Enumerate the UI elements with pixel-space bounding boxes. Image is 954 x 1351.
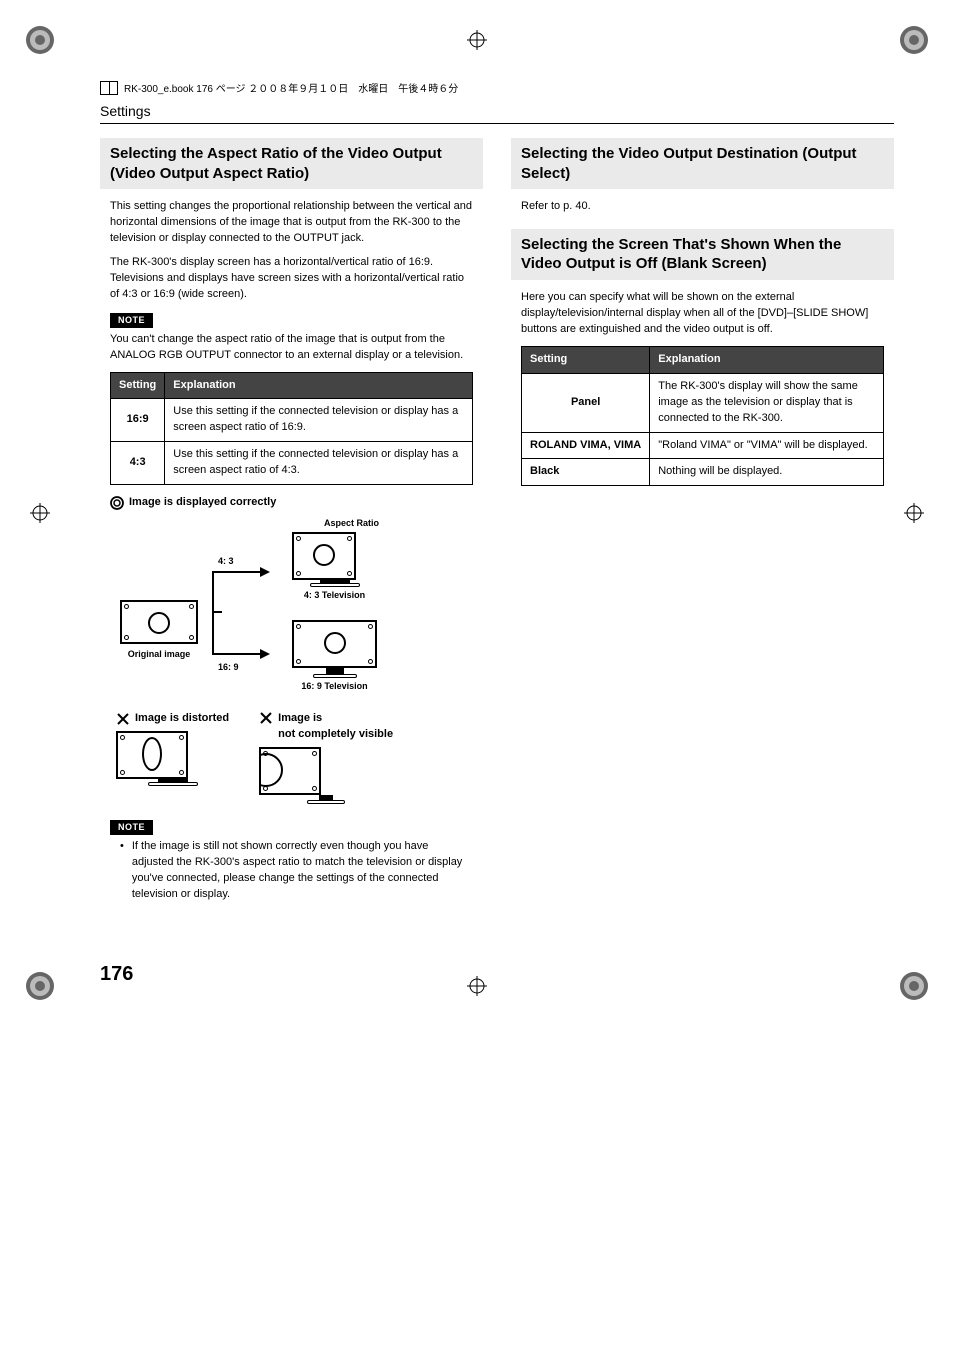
x-wrong-icon xyxy=(259,711,273,725)
header-meta-text: RK-300_e.book 176 ページ ２００８年９月１０日 水曜日 午後４… xyxy=(124,80,458,95)
page-header-meta: RK-300_e.book 176 ページ ２００８年９月１０日 水曜日 午後４… xyxy=(60,80,894,95)
table-cell-explanation: Nothing will be displayed. xyxy=(650,459,884,486)
figure-caption-notvisible: Image is not completely visible xyxy=(278,711,393,743)
bullet-icon: • xyxy=(120,839,124,903)
print-registration-mark xyxy=(894,966,934,1006)
table-header-explanation: Explanation xyxy=(165,372,473,399)
aspect-ratio-diagram: Aspect Ratio Original image xyxy=(110,517,473,804)
section-title: Settings xyxy=(60,103,894,119)
table-cell-setting: Panel xyxy=(522,373,650,432)
print-registration-mark xyxy=(894,20,934,60)
table-cell-explanation: Use this setting if the connected televi… xyxy=(165,399,473,442)
caption-line: Image is xyxy=(278,712,322,724)
table-cell-explanation: "Roland VIMA" or "VIMA" will be displaye… xyxy=(650,432,884,459)
table-header-setting: Setting xyxy=(522,346,650,373)
table-row: 4:3 Use this setting if the connected te… xyxy=(111,442,473,485)
note-label: NOTE xyxy=(110,820,153,835)
print-registration-mark xyxy=(20,20,60,60)
table-header-explanation: Explanation xyxy=(650,346,884,373)
table-header-setting: Setting xyxy=(111,372,165,399)
crosshair-icon xyxy=(904,503,924,523)
book-icon xyxy=(100,81,118,95)
print-registration-mark xyxy=(20,966,60,1006)
reference-text: Refer to p. 40. xyxy=(521,199,884,215)
table-row: 16:9 Use this setting if the connected t… xyxy=(111,399,473,442)
note-label: NOTE xyxy=(110,313,153,328)
note-text: If the image is still not shown correctl… xyxy=(132,839,463,903)
paragraph: This setting changes the proportional re… xyxy=(110,199,473,247)
note-text: You can't change the aspect ratio of the… xyxy=(110,332,473,364)
crosshair-icon xyxy=(30,503,50,523)
original-image-label: Original image xyxy=(116,648,202,661)
aspect-ratio-label: Aspect Ratio xyxy=(236,517,467,530)
table-row: Panel The RK-300's display will show the… xyxy=(522,373,884,432)
ratio-43-label: 4: 3 xyxy=(218,555,234,568)
table-row: Black Nothing will be displayed. xyxy=(522,459,884,486)
heading-output-select: Selecting the Video Output Destination (… xyxy=(511,138,894,189)
crosshair-icon xyxy=(467,30,487,50)
table-cell-setting: Black xyxy=(522,459,650,486)
circle-ok-icon xyxy=(110,496,124,510)
tv-43-label: 4: 3 Television xyxy=(292,589,377,602)
heading-aspect-ratio: Selecting the Aspect Ratio of the Video … xyxy=(100,138,483,189)
caption-line: not completely visible xyxy=(278,728,393,740)
table-cell-setting: ROLAND VIMA, VIMA xyxy=(522,432,650,459)
heading-blank-screen: Selecting the Screen That's Shown When t… xyxy=(511,229,894,280)
table-cell-explanation: Use this setting if the connected televi… xyxy=(165,442,473,485)
blank-screen-table: Setting Explanation Panel The RK-300's d… xyxy=(521,346,884,487)
table-cell-setting: 4:3 xyxy=(111,442,165,485)
ratio-169-label: 16: 9 xyxy=(218,661,239,674)
crosshair-icon xyxy=(467,976,487,996)
table-cell-setting: 16:9 xyxy=(111,399,165,442)
table-cell-explanation: The RK-300's display will show the same … xyxy=(650,373,884,432)
tv-169-label: 16: 9 Television xyxy=(292,680,377,693)
aspect-ratio-table: Setting Explanation 16:9 Use this settin… xyxy=(110,372,473,486)
x-wrong-icon xyxy=(116,712,130,726)
paragraph: The RK-300's display screen has a horizo… xyxy=(110,255,473,303)
figure-caption-distorted: Image is distorted xyxy=(135,711,229,727)
table-row: ROLAND VIMA, VIMA "Roland VIMA" or "VIMA… xyxy=(522,432,884,459)
paragraph: Here you can specify what will be shown … xyxy=(521,290,884,338)
divider xyxy=(100,123,894,124)
figure-caption-correct: Image is displayed correctly xyxy=(129,495,276,511)
